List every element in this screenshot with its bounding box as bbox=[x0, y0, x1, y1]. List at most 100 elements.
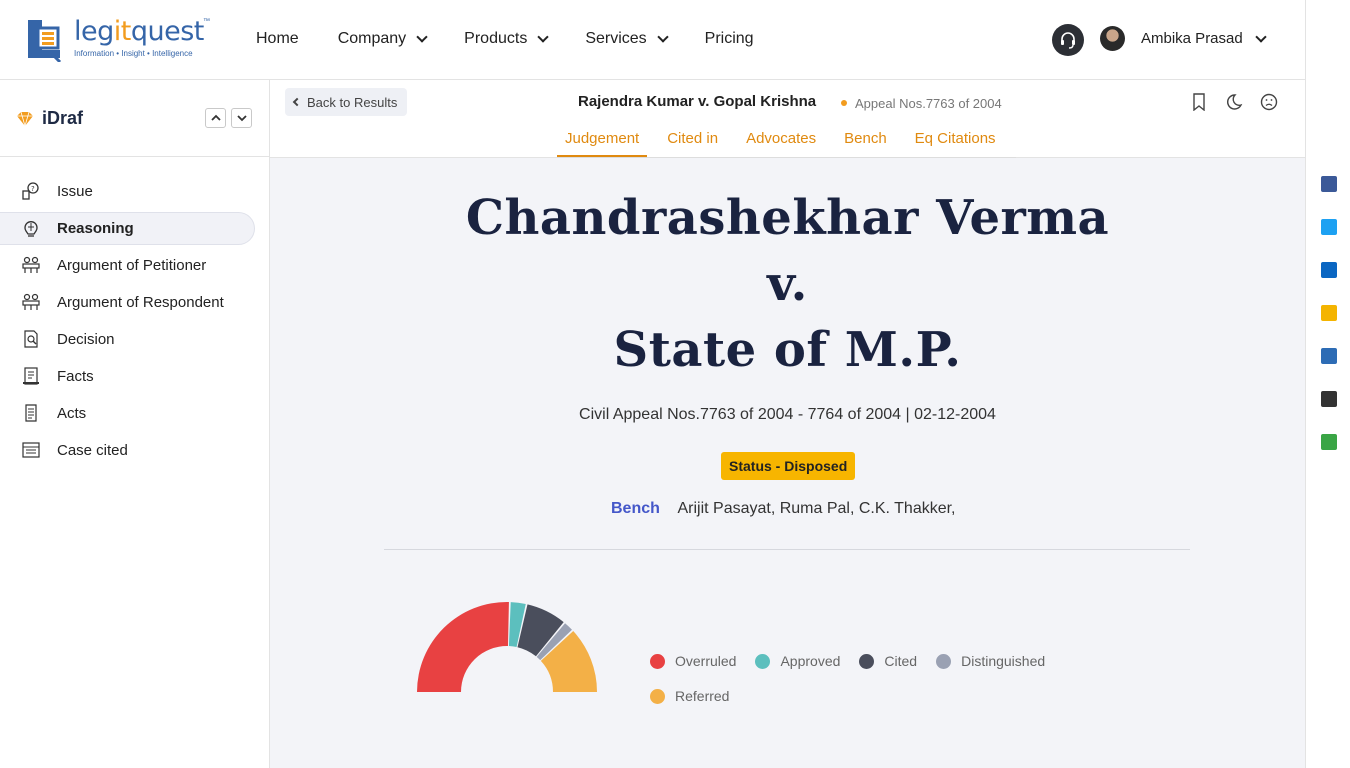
case-actions bbox=[1190, 92, 1278, 112]
nav-products[interactable]: Products bbox=[464, 30, 549, 48]
tab-eq-citations[interactable]: Eq Citations bbox=[907, 128, 1004, 157]
legend-swatch bbox=[936, 653, 952, 669]
sidebar-item-label: Argument of Respondent bbox=[57, 294, 224, 311]
chevron-down-icon bbox=[657, 31, 669, 43]
legend-label: Approved bbox=[780, 653, 841, 669]
case-title: Rajendra Kumar v. Gopal Krishna bbox=[578, 93, 817, 110]
feedback-button[interactable] bbox=[1260, 92, 1278, 112]
petitioner-icon bbox=[22, 256, 40, 273]
tab-cited-in[interactable]: Cited in bbox=[659, 128, 726, 157]
gauge-slice-overruled[interactable] bbox=[417, 602, 509, 692]
nav-products-label: Products bbox=[464, 30, 528, 47]
sidebar-header: iDraf bbox=[0, 80, 269, 157]
nav-pricing[interactable]: Pricing bbox=[705, 30, 754, 48]
sidebar-item-label: Issue bbox=[57, 183, 93, 200]
legend-swatch bbox=[859, 653, 875, 669]
versus-title: v. bbox=[767, 256, 808, 312]
chevron-down-icon bbox=[416, 31, 428, 43]
main-content: Back to Results Rajendra Kumar v. Gopal … bbox=[270, 80, 1305, 768]
back-label: Back to Results bbox=[307, 94, 398, 110]
logo-tagline: Information • Insight • Intelligence bbox=[74, 49, 193, 58]
support-headset-button[interactable] bbox=[1052, 24, 1084, 56]
case-subheader: Back to Results Rajendra Kumar v. Gopal … bbox=[270, 80, 1305, 158]
legend-label: Cited bbox=[884, 653, 918, 669]
facts-icon bbox=[23, 367, 39, 385]
legend-item-cited[interactable]: Cited bbox=[859, 653, 917, 669]
top-navbar: legitquest ™ Information • Insight • Int… bbox=[0, 0, 1305, 80]
sidebar-item-argument-petitioner[interactable]: Argument of Petitioner bbox=[0, 249, 269, 282]
twitter-icon[interactable] bbox=[1321, 219, 1337, 235]
legend-item-distinguished[interactable]: Distinguished bbox=[936, 653, 1045, 669]
separator-dot bbox=[841, 100, 847, 106]
legend-swatch bbox=[650, 653, 665, 669]
case-reference: Appeal Nos.7763 of 2004 bbox=[855, 96, 1002, 111]
legend-swatch bbox=[650, 688, 665, 704]
share-sidebar bbox=[1305, 0, 1350, 768]
sidebar-item-argument-respondent[interactable]: Argument of Respondent bbox=[0, 286, 269, 319]
bench-label: Bench bbox=[611, 500, 660, 517]
dark-mode-button[interactable] bbox=[1225, 92, 1243, 112]
moon-icon bbox=[1227, 94, 1243, 110]
logo-wordmark: legitquest bbox=[74, 16, 204, 47]
sidebar-item-label: Decision bbox=[57, 331, 115, 348]
headset-icon bbox=[1061, 32, 1075, 49]
print-icon[interactable] bbox=[1321, 391, 1337, 407]
main-nav: Home Company Products Services Pricing bbox=[256, 30, 792, 48]
sidebar-item-acts[interactable]: Acts bbox=[0, 397, 269, 430]
email-icon[interactable] bbox=[1321, 305, 1337, 321]
nav-services[interactable]: Services bbox=[585, 30, 669, 48]
decision-icon bbox=[24, 330, 38, 348]
tab-advocates[interactable]: Advocates bbox=[738, 128, 824, 157]
bookmark-icon bbox=[1193, 93, 1205, 111]
nav-home[interactable]: Home bbox=[256, 30, 299, 48]
logo-icon bbox=[28, 20, 62, 62]
sidebar-item-facts[interactable]: Facts bbox=[0, 360, 269, 393]
sad-face-icon bbox=[1260, 93, 1278, 111]
nav-pricing-label: Pricing bbox=[704, 30, 754, 47]
tab-judgement[interactable]: Judgement bbox=[557, 128, 648, 157]
sidebar-item-label: Acts bbox=[57, 405, 87, 422]
bookmark-button[interactable] bbox=[1190, 92, 1208, 112]
gauge-slice-referred[interactable] bbox=[540, 631, 597, 692]
chevron-down-icon bbox=[537, 31, 549, 43]
sidebar-item-case-cited[interactable]: Case cited bbox=[0, 434, 269, 467]
tab-bench[interactable]: Bench bbox=[836, 128, 895, 157]
legend-item-overruled[interactable]: Overruled bbox=[650, 653, 736, 669]
sidebar-nav-arrows bbox=[205, 108, 252, 128]
legend-label: Overruled bbox=[675, 653, 737, 669]
legend-item-referred[interactable]: Referred bbox=[650, 688, 729, 704]
citation-line: Civil Appeal Nos.7763 of 2004 - 7764 of … bbox=[579, 406, 996, 423]
legitquest-logo[interactable]: legitquest ™ Information • Insight • Int… bbox=[24, 16, 214, 62]
back-to-results-button[interactable]: Back to Results bbox=[285, 88, 408, 116]
sidebar-title: iDraf bbox=[42, 108, 84, 128]
nav-company-label: Company bbox=[337, 30, 407, 47]
facebook-icon[interactable] bbox=[1321, 176, 1337, 192]
reasoning-icon bbox=[24, 221, 38, 237]
respondent-icon bbox=[22, 293, 40, 310]
sidebar-item-label: Case cited bbox=[57, 442, 128, 459]
evernote-icon[interactable] bbox=[1321, 434, 1337, 450]
linkedin-icon[interactable] bbox=[1321, 262, 1337, 278]
chevron-down-icon bbox=[236, 115, 247, 122]
legend-label: Referred bbox=[675, 688, 730, 704]
party-1-title: Chandrashekhar Verma bbox=[465, 190, 1110, 246]
chevron-left-icon bbox=[292, 97, 302, 107]
svg-text:?: ? bbox=[31, 185, 35, 193]
sidebar-item-label: Facts bbox=[57, 368, 94, 385]
sidebar-item-issue[interactable]: ? Issue bbox=[0, 175, 269, 208]
sidebar-down-button[interactable] bbox=[231, 108, 252, 128]
bench-judges: Arijit Pasayat, Ruma Pal, C.K. Thakker, bbox=[677, 500, 956, 517]
chevron-up-icon bbox=[210, 114, 221, 121]
sidebar-item-label: Reasoning bbox=[57, 220, 134, 237]
nav-company[interactable]: Company bbox=[337, 30, 428, 48]
legend-swatch bbox=[755, 653, 771, 669]
notebook-icon[interactable] bbox=[1321, 348, 1337, 364]
legend-item-approved[interactable]: Approved bbox=[755, 653, 840, 669]
avatar[interactable] bbox=[1100, 26, 1125, 51]
sidebar-item-reasoning[interactable]: Reasoning bbox=[0, 212, 255, 245]
idraf-sidebar: iDraf ? Issue Reasoning Argument of Peti… bbox=[0, 80, 270, 768]
user-menu[interactable]: Ambika Prasad bbox=[1141, 30, 1267, 47]
issue-icon: ? bbox=[22, 182, 39, 200]
sidebar-up-button[interactable] bbox=[205, 108, 226, 128]
sidebar-item-decision[interactable]: Decision bbox=[0, 323, 269, 356]
